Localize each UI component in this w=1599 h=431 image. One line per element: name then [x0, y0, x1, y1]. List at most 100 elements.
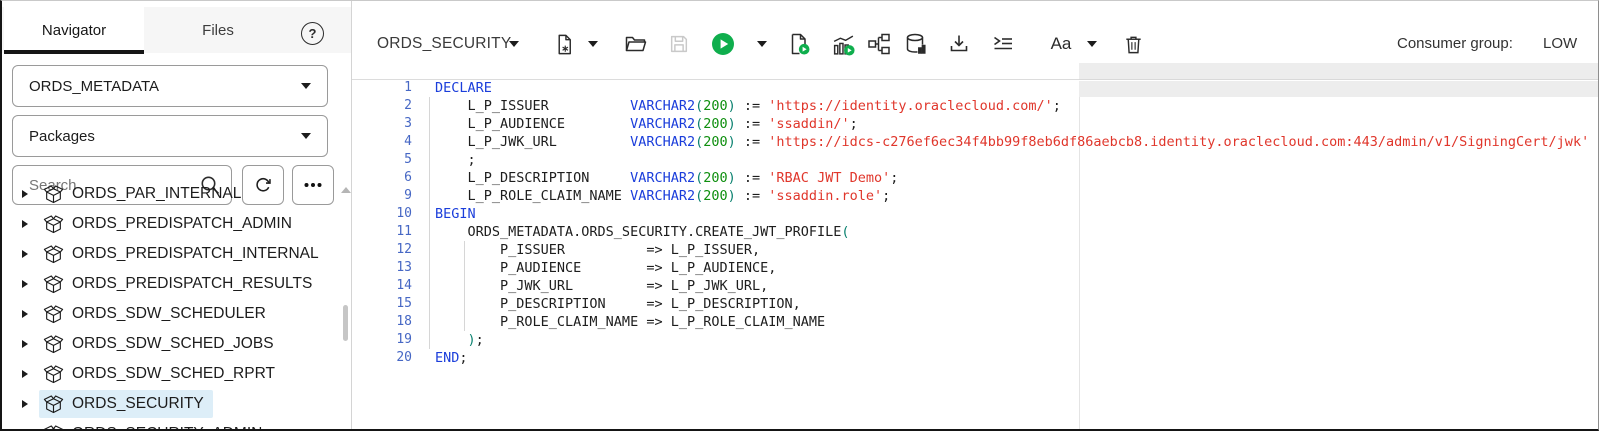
code-line[interactable]: DECLARE [435, 79, 492, 97]
line-number: 10 [352, 205, 412, 223]
trash-icon [1122, 33, 1145, 56]
code-line[interactable]: ORDS_METADATA.ORDS_SECURITY.CREATE_JWT_P… [435, 223, 850, 241]
package-icon [43, 214, 64, 235]
expand-arrow-icon[interactable] [22, 340, 28, 348]
autotrace-button[interactable] [830, 31, 856, 57]
package-icon [43, 424, 64, 431]
tree-item[interactable]: ORDS_PREDISPATCH_INTERNAL [3, 239, 340, 269]
margin-shade [1079, 81, 1599, 97]
consumer-group-value[interactable]: LOW [1543, 35, 1577, 52]
line-number: 1 [352, 79, 412, 97]
explain-plan-icon [867, 32, 891, 56]
run-script-button[interactable] [786, 31, 812, 57]
database-stats-button[interactable] [903, 31, 929, 57]
chevron-down-icon [509, 41, 519, 47]
tree-scrollbar[interactable] [343, 305, 348, 341]
tree-item-label: ORDS_SDW_SCHEDULER [72, 305, 266, 323]
code-line[interactable]: L_P_DESCRIPTION VARCHAR2(200) := 'RBAC J… [435, 169, 898, 187]
expand-arrow-icon[interactable] [22, 370, 28, 378]
line-number: 14 [352, 277, 412, 295]
font-size-dropdown-button[interactable] [1085, 31, 1099, 57]
line-number: 20 [352, 349, 412, 367]
chevron-down-icon [588, 41, 598, 47]
code-line[interactable]: L_P_AUDIENCE VARCHAR2(200) := 'ssaddin/'… [435, 115, 858, 133]
tree-item-label: ORDS_SECURITY_ADMIN [72, 425, 262, 431]
database-stats-icon [904, 32, 928, 56]
code-editor[interactable]: 1234569101112131415181920 DECLARE L_P_IS… [352, 61, 1599, 430]
line-number: 13 [352, 259, 412, 277]
open-file-icon [624, 32, 648, 56]
code-line[interactable]: L_P_JWK_URL VARCHAR2(200) := 'https://id… [435, 133, 1589, 151]
worksheet-dropdown-button[interactable] [507, 31, 521, 57]
expand-arrow-icon[interactable] [22, 280, 28, 288]
tree-item[interactable]: ORDS_SDW_SCHED_RPRT [3, 359, 340, 389]
line-number: 2 [352, 97, 412, 115]
code-line[interactable]: BEGIN [435, 205, 476, 223]
line-number: 5 [352, 151, 412, 169]
chevron-down-icon [757, 41, 767, 47]
download-icon [947, 32, 971, 56]
line-number: 4 [352, 133, 412, 151]
package-icon [43, 394, 64, 415]
new-file-button[interactable] [551, 31, 577, 57]
database-actions-window: Navigator Files ? ORDS_METADATA Packages… [0, 0, 1599, 431]
run-button[interactable] [710, 31, 736, 57]
tree-item[interactable]: ORDS_SDW_SCHED_JOBS [3, 329, 340, 359]
expand-arrow-icon[interactable] [22, 310, 28, 318]
tree-item[interactable]: ORDS_PREDISPATCH_RESULTS [3, 269, 340, 299]
tree-item[interactable]: ORDS_PAR_INTERNAL [3, 179, 340, 209]
code-line[interactable]: P_DESCRIPTION => L_P_DESCRIPTION, [435, 295, 801, 313]
expand-arrow-icon[interactable] [22, 400, 28, 408]
run-dropdown-button[interactable] [755, 31, 769, 57]
indent-guide [429, 97, 430, 349]
line-number: 3 [352, 115, 412, 133]
line-number: 15 [352, 295, 412, 313]
line-number: 12 [352, 241, 412, 259]
tree-item[interactable]: ORDS_SDW_SCHEDULER [3, 299, 340, 329]
expand-arrow-icon[interactable] [22, 220, 28, 228]
package-icon [43, 184, 64, 205]
new-file-dropdown-button[interactable] [586, 31, 600, 57]
tree-item-label: ORDS_SDW_SCHED_RPRT [72, 365, 275, 383]
code-line[interactable]: P_ROLE_CLAIM_NAME => L_P_ROLE_CLAIM_NAME [435, 313, 825, 331]
tree-item-label: ORDS_PREDISPATCH_RESULTS [72, 275, 312, 293]
code-line[interactable]: ; [435, 151, 476, 169]
package-tree: ORDS_PAR_INTERNAL ORDS_PREDISPATCH_ADMIN [2, 1, 350, 431]
tree-item[interactable]: ORDS_SECURITY_ADMIN [3, 419, 340, 431]
run-icon [711, 32, 735, 56]
package-icon [43, 244, 64, 265]
tree-item[interactable]: ORDS_PREDISPATCH_ADMIN [3, 209, 340, 239]
expand-arrow-icon[interactable] [22, 250, 28, 258]
tree-item-label: ORDS_PAR_INTERNAL [72, 185, 241, 203]
tree-item[interactable]: ORDS_SECURITY [3, 389, 340, 419]
new-file-icon [553, 33, 576, 56]
save-button[interactable] [666, 31, 692, 57]
code-line[interactable]: ); [435, 331, 484, 349]
format-code-icon [991, 32, 1015, 56]
run-script-icon [787, 32, 811, 56]
format-code-button[interactable] [990, 31, 1016, 57]
code-line[interactable]: P_JWK_URL => L_P_JWK_URL, [435, 277, 768, 295]
expand-arrow-icon[interactable] [22, 190, 28, 198]
font-size-button[interactable]: Aa [1046, 31, 1076, 57]
code-line[interactable]: P_ISSUER => L_P_ISSUER, [435, 241, 760, 259]
code-line[interactable]: L_P_ISSUER VARCHAR2(200) := 'https://ide… [435, 97, 1061, 115]
worksheet-name: ORDS_SECURITY [377, 35, 511, 53]
line-number: 9 [352, 187, 412, 205]
code-line[interactable]: P_AUDIENCE => L_P_AUDIENCE, [435, 259, 776, 277]
line-number: 18 [352, 313, 412, 331]
explain-plan-button[interactable] [866, 31, 892, 57]
save-icon [668, 33, 690, 55]
tree-item-label: ORDS_PREDISPATCH_ADMIN [72, 215, 292, 233]
code-line[interactable]: L_P_ROLE_CLAIM_NAME VARCHAR2(200) := 'ss… [435, 187, 890, 205]
open-file-button[interactable] [623, 31, 649, 57]
clear-worksheet-button[interactable] [1120, 31, 1146, 57]
margin-shade-border [1079, 79, 1599, 80]
consumer-group-label: Consumer group: [1397, 35, 1513, 52]
code-line[interactable]: END; [435, 349, 468, 367]
download-button[interactable] [946, 31, 972, 57]
package-icon [43, 274, 64, 295]
font-size-icon: Aa [1051, 34, 1072, 54]
tree-item-label: ORDS_SECURITY [72, 395, 204, 413]
package-icon [43, 334, 64, 355]
